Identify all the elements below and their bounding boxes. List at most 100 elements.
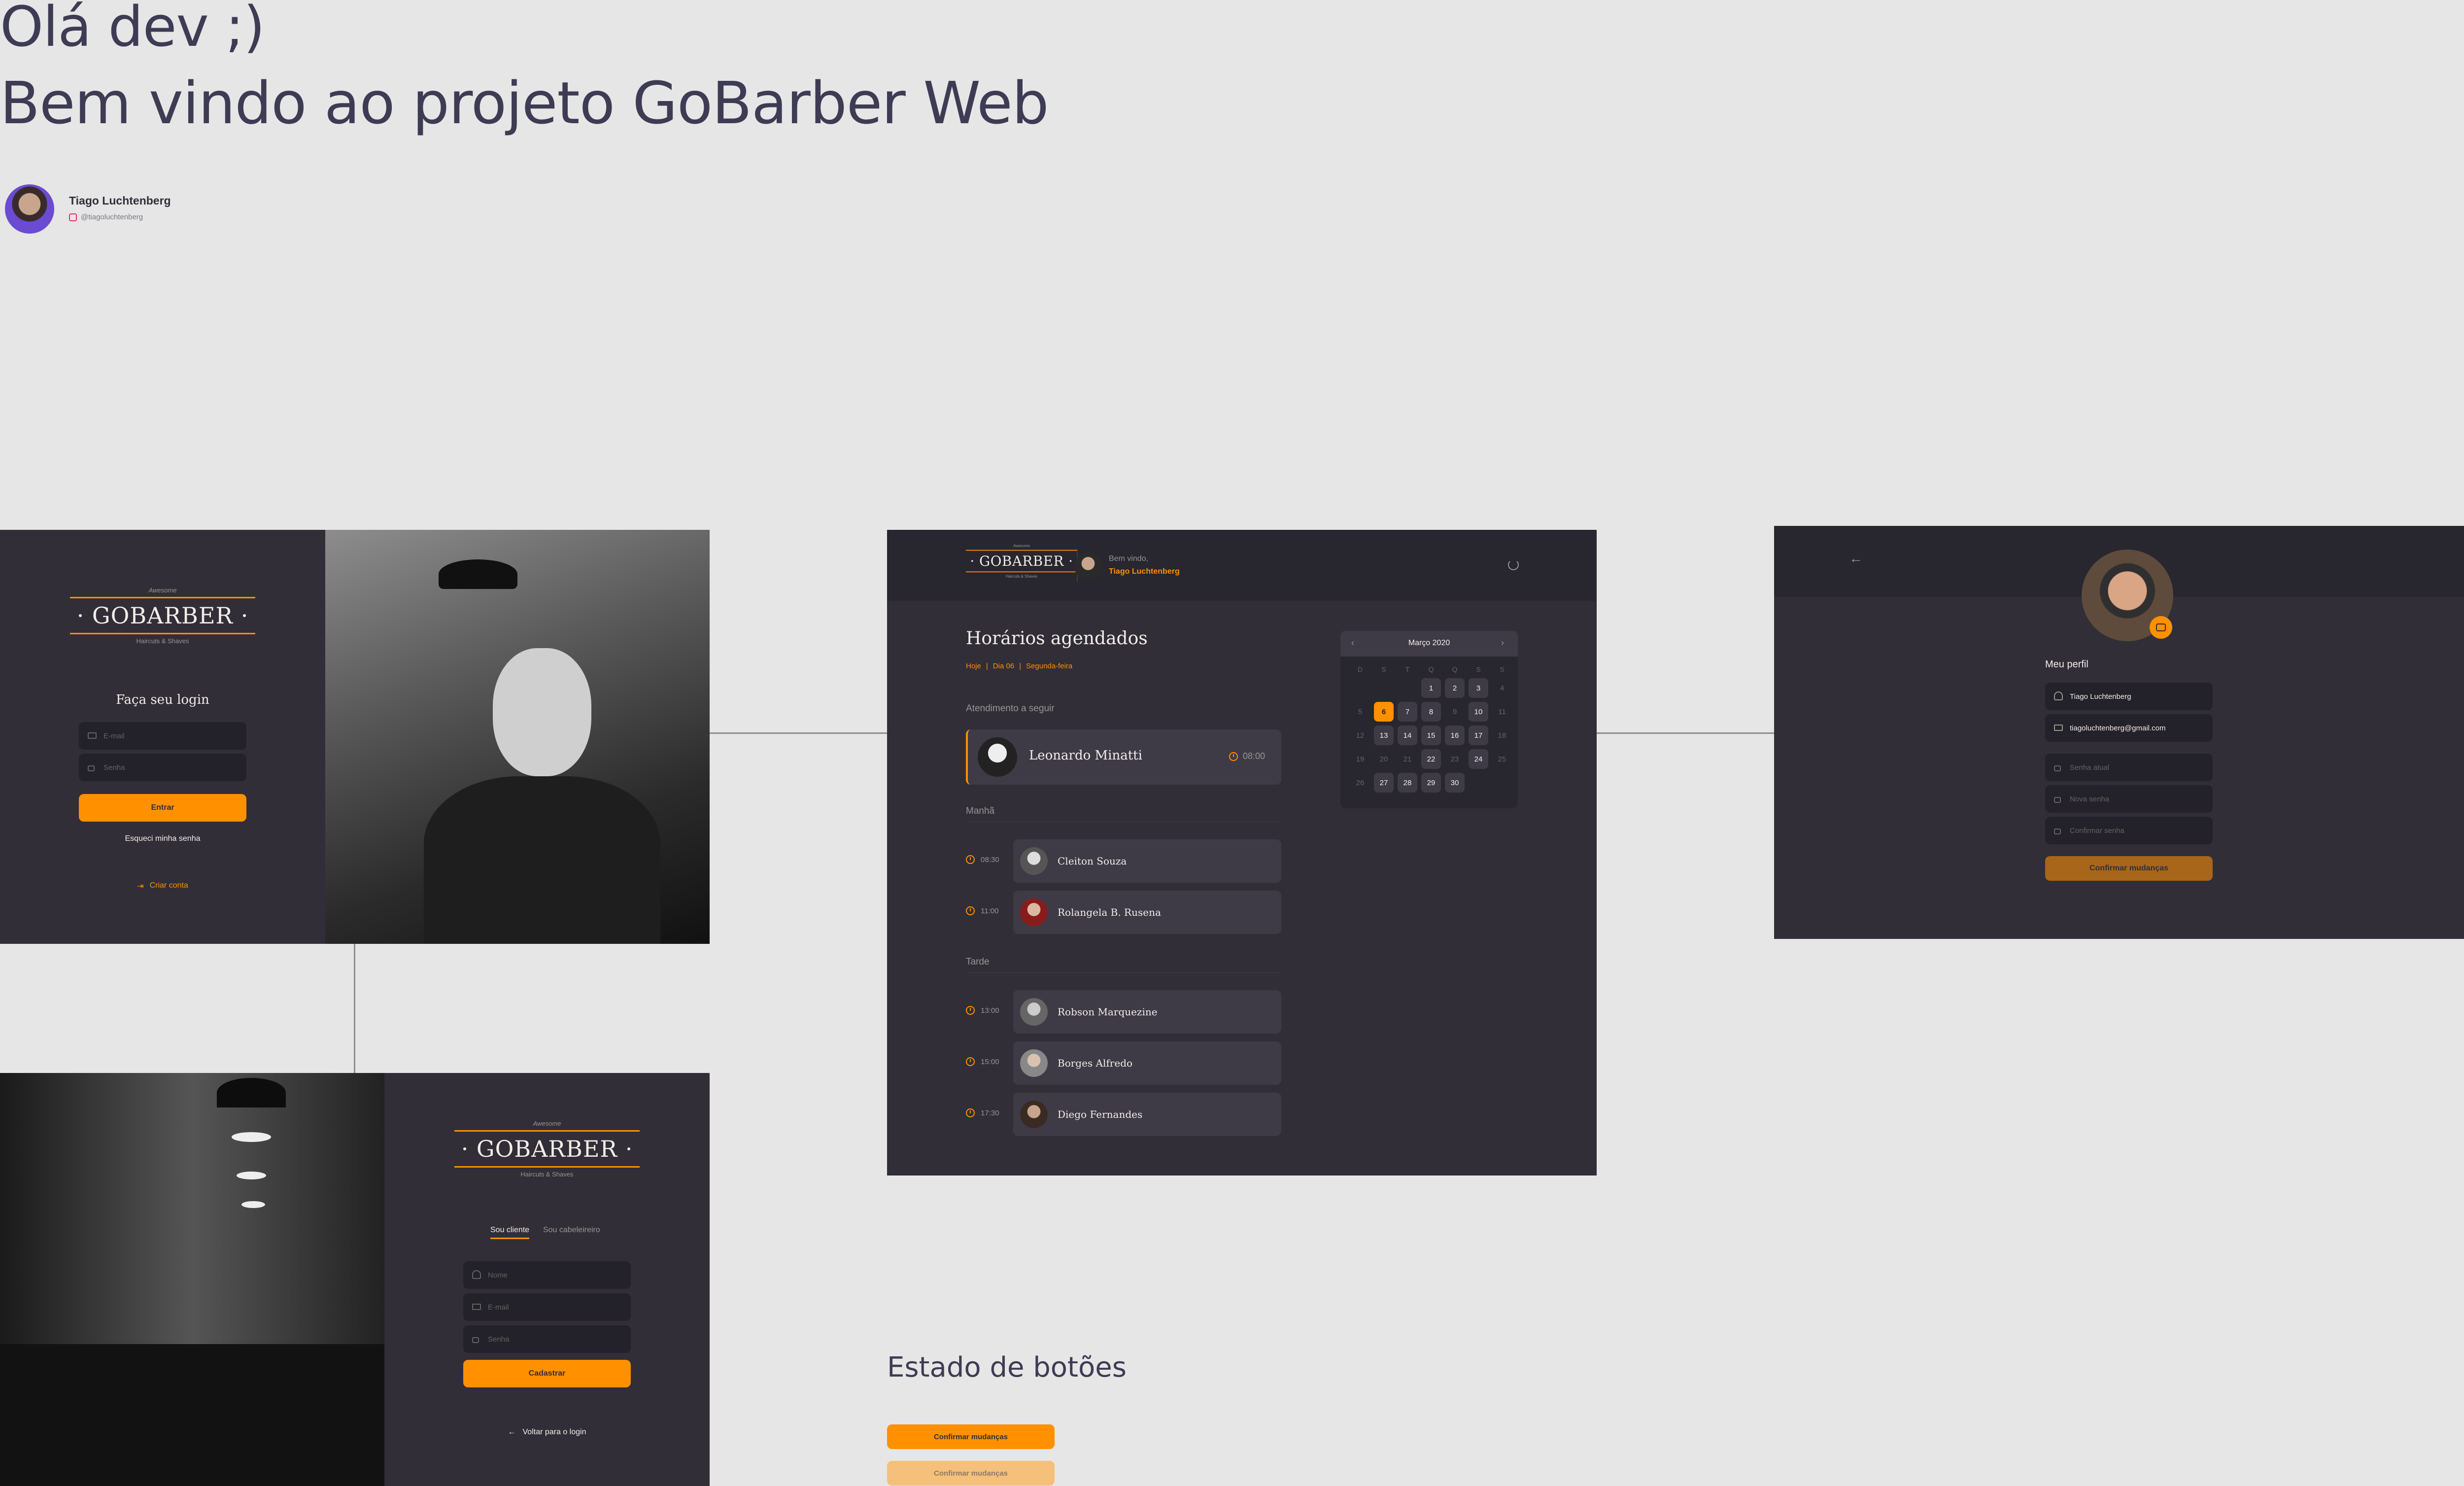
camera-button[interactable] <box>2150 616 2172 639</box>
light-shape <box>237 1172 266 1179</box>
confirm-password-field[interactable]: Confirmar senha <box>2045 817 2213 844</box>
morning-label: Manhã <box>966 806 1281 822</box>
calendar-day[interactable]: 3 <box>1469 678 1488 698</box>
email-field[interactable]: E-mail <box>79 722 246 750</box>
confirm-password-placeholder: Confirmar senha <box>2070 826 2124 835</box>
login-title: Faça seu login <box>116 692 209 707</box>
calendar-day[interactable]: 30 <box>1445 773 1465 793</box>
name-field[interactable]: Tiago Luchtenberg <box>2045 683 2213 710</box>
calendar-day[interactable]: 10 <box>1469 702 1488 722</box>
calendar-day[interactable]: 1 <box>1421 678 1441 698</box>
email-field[interactable]: E-mail <box>463 1293 631 1321</box>
password-placeholder: Senha <box>488 1335 510 1344</box>
user-name-link[interactable]: Tiago Luchtenberg <box>1109 567 1180 576</box>
calendar-day[interactable]: 29 <box>1421 773 1441 793</box>
appointment-time: 13:00 <box>966 1006 999 1015</box>
lock-icon <box>2054 797 2061 803</box>
weekday-label: Segunda-feira <box>1026 662 1073 670</box>
calendar-day[interactable]: 2 <box>1445 678 1465 698</box>
calendar-day-selected[interactable]: 6 <box>1374 702 1394 722</box>
email-field[interactable]: tiagoluchtenberg@gmail.com <box>2045 714 2213 742</box>
client-name: Rolangela B. Rusena <box>1058 906 1161 918</box>
welcome-title: Bem vindo ao projeto GoBarber Web <box>0 69 1049 137</box>
barber-photo <box>325 530 710 944</box>
time-value: 13:00 <box>981 1006 999 1015</box>
create-account-link[interactable]: ⇥ Criar conta <box>0 881 325 891</box>
appointment-card[interactable]: Borges Alfredo <box>1013 1041 1281 1085</box>
power-icon[interactable] <box>1508 559 1519 570</box>
client-name: Leonardo Minatti <box>1029 748 1142 763</box>
password-field[interactable]: Senha <box>79 754 246 781</box>
name-field[interactable]: Nome <box>463 1261 631 1289</box>
dashboard-header: Awesome · GOBARBER · Haircuts & Shaves B… <box>887 530 1597 601</box>
user-avatar[interactable] <box>1074 553 1102 580</box>
welcome-label: Bem vindo, <box>1109 554 1149 563</box>
author-handle-row[interactable]: @tiagoluchtenberg <box>69 213 143 221</box>
calendar-day: 23 <box>1450 755 1459 763</box>
log-in-icon: ⇥ <box>137 882 144 891</box>
appointment-time: 11:00 <box>966 906 998 915</box>
button-states-title: Estado de botões <box>887 1351 1127 1383</box>
calendar-day[interactable]: 13 <box>1374 726 1394 745</box>
calendar-day[interactable]: 14 <box>1398 726 1417 745</box>
mail-icon <box>472 1304 481 1310</box>
calendar-day[interactable]: 8 <box>1421 702 1441 722</box>
clock-icon <box>966 1057 975 1066</box>
next-appointment-card[interactable]: Leonardo Minatti 08:00 <box>966 729 1281 785</box>
appointment-card[interactable]: Robson Marquezine <box>1013 990 1281 1034</box>
current-password-field[interactable]: Senha atual <box>2045 754 2213 781</box>
calendar-day: 20 <box>1379 755 1388 763</box>
button-disabled-state[interactable]: Confirmar mudanças <box>887 1461 1055 1486</box>
new-password-field[interactable]: Nova senha <box>2045 785 2213 813</box>
schedule-title: Horários agendados <box>966 628 1148 649</box>
back-to-login-link[interactable]: ← Voltar para o login <box>384 1428 710 1437</box>
time-value: 15:00 <box>981 1057 999 1066</box>
tab-barber[interactable]: Sou cabeleireiro <box>543 1226 600 1235</box>
email-placeholder: E-mail <box>103 731 125 740</box>
calendar-day[interactable]: 24 <box>1469 749 1488 769</box>
appointment-card[interactable]: Rolangela B. Rusena <box>1013 891 1281 934</box>
calendar-day[interactable]: 15 <box>1421 726 1441 745</box>
lock-icon <box>2054 829 2061 834</box>
arrow-left-icon: ← <box>508 1428 516 1436</box>
signup-panel: Awesome · GOBARBER · Haircuts & Shaves S… <box>384 1073 710 1486</box>
button-normal-state[interactable]: Confirmar mudanças <box>887 1424 1055 1449</box>
appointment-card[interactable]: Diego Fernandes <box>1013 1093 1281 1136</box>
hat-shape <box>439 559 517 589</box>
calendar-day[interactable]: 16 <box>1445 726 1465 745</box>
password-field[interactable]: Senha <box>463 1325 631 1353</box>
calendar-day[interactable]: 28 <box>1398 773 1417 793</box>
lock-icon <box>88 765 95 771</box>
date-sep: | <box>1019 662 1022 670</box>
today-label: Hoje <box>966 662 981 670</box>
forgot-password-link[interactable]: Esqueci minha senha <box>0 834 325 843</box>
calendar-next-button[interactable]: › <box>1501 638 1504 648</box>
weekday-label: T <box>1405 665 1410 673</box>
calendar-day[interactable]: 27 <box>1374 773 1394 793</box>
calendar-day: 12 <box>1356 731 1365 740</box>
tab-client[interactable]: Sou cliente <box>490 1226 530 1239</box>
appointment-time: 17:30 <box>966 1108 999 1117</box>
calendar-day: 25 <box>1498 755 1506 763</box>
time-value: 17:30 <box>981 1108 999 1117</box>
arrow-left-icon[interactable]: ← <box>1849 551 1863 566</box>
password-placeholder: Senha <box>103 763 125 772</box>
date-sep: | <box>986 662 988 670</box>
time-value: 08:30 <box>981 855 999 864</box>
name-placeholder: Nome <box>488 1271 508 1279</box>
flow-connector <box>1597 732 1774 734</box>
appointment-card[interactable]: Cleiton Souza <box>1013 839 1281 883</box>
client-avatar <box>1020 899 1048 926</box>
instagram-icon <box>69 213 77 221</box>
signup-button[interactable]: Cadastrar <box>463 1360 631 1387</box>
clock-icon <box>1229 752 1238 761</box>
logo: Awesome · GOBARBER · Haircuts & Shaves <box>0 587 325 645</box>
calendar-day[interactable]: 22 <box>1421 749 1441 769</box>
calendar-day[interactable]: 17 <box>1469 726 1488 745</box>
client-avatar <box>1020 1049 1048 1077</box>
mail-icon <box>2054 725 2063 731</box>
login-button[interactable]: Entrar <box>79 794 246 822</box>
time-value: 08:00 <box>1243 751 1266 761</box>
calendar-day[interactable]: 7 <box>1398 702 1417 722</box>
confirm-changes-button[interactable]: Confirmar mudanças <box>2045 856 2213 881</box>
